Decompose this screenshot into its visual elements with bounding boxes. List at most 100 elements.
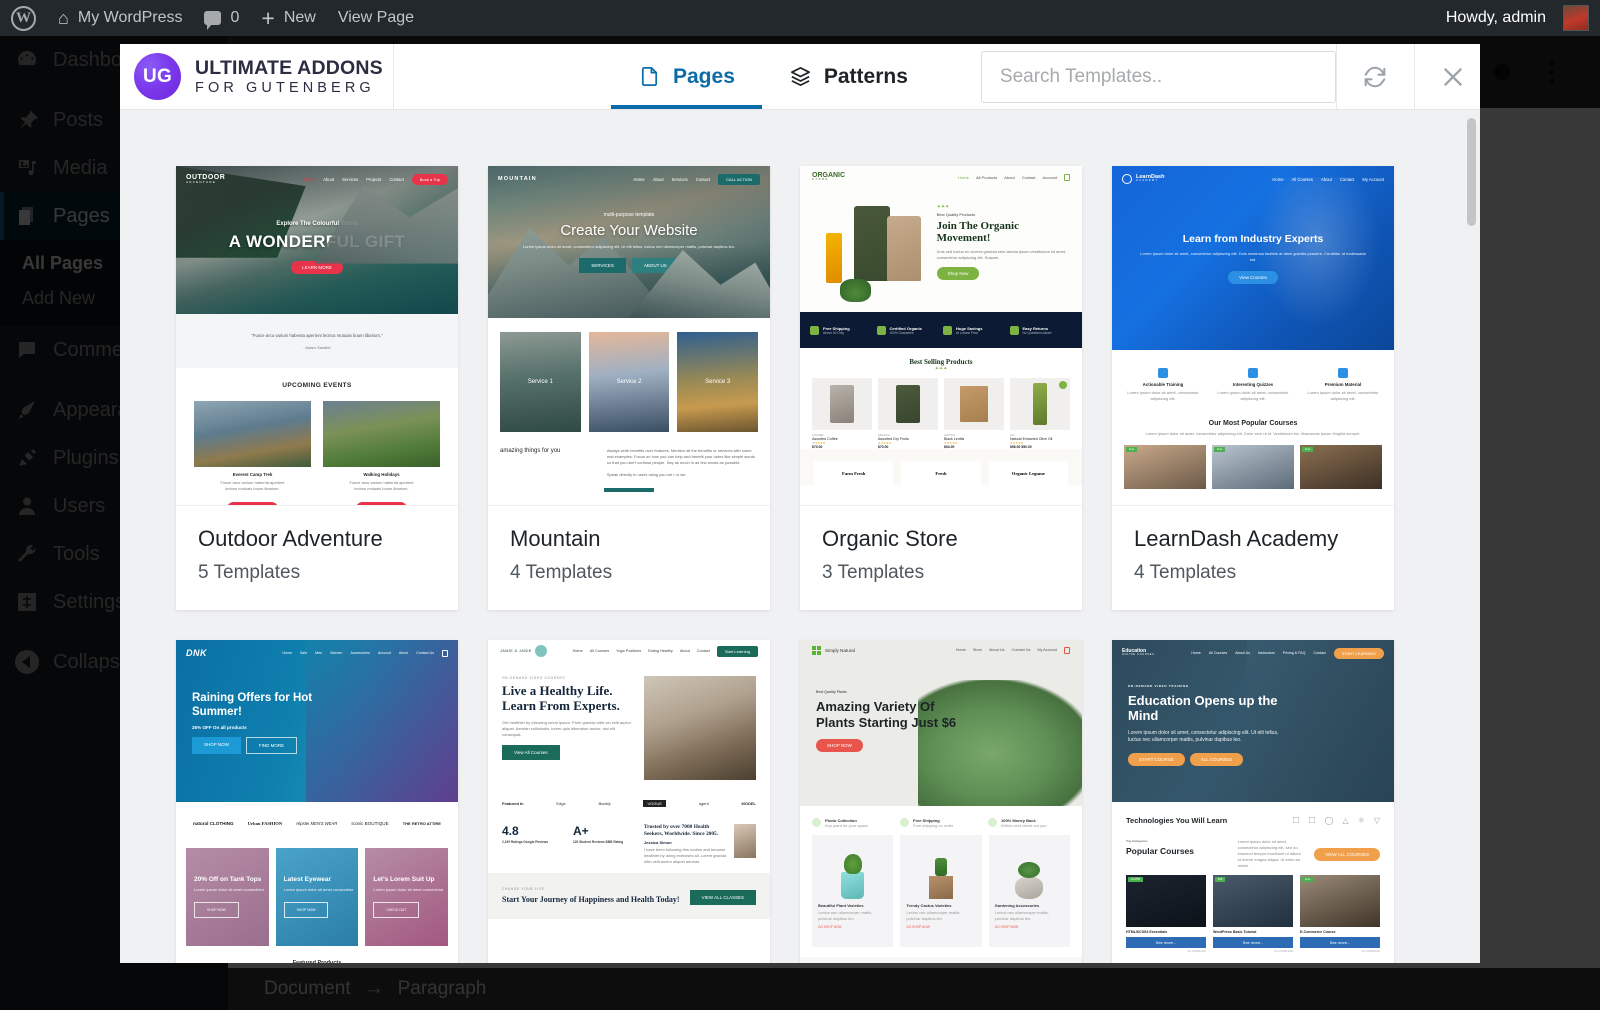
layers-icon — [790, 67, 810, 86]
mini-feature: 100% Money Back Within next check out yo… — [988, 818, 1070, 829]
template-card[interactable]: Education ONLINE COURSES Home All Course… — [1112, 640, 1394, 963]
mini-promo-button: SHOP NOW — [283, 901, 329, 918]
close-button[interactable] — [1413, 44, 1480, 109]
mini-hero: MOUNTAIN Home About Services Contact CAL… — [488, 166, 770, 318]
mini-stat: A+ 120 Student Reviews BBB Rating — [573, 824, 634, 865]
mini-promo-button: SHOP NOW — [194, 901, 239, 918]
mini-nav: DNK Home Sale Men Women Accessories Acco… — [176, 640, 458, 666]
mini-service-card: Service 1 — [500, 332, 581, 432]
mini-site-organic-store: ORGANIC STORE Home All Products About Co… — [800, 166, 1082, 495]
my-account-menu[interactable]: Howdy, admin — [1435, 0, 1600, 36]
mini-divider — [604, 488, 654, 492]
mini-nav-link: Home — [1272, 176, 1284, 182]
template-card[interactable]: JAMIE & JANIE Home All Courses Yoga Posi… — [488, 640, 770, 963]
mini-stats: 4.8 2,199 Ratings Google Reviews A+ 120 … — [488, 816, 770, 865]
mini-course-thumb: Free — [1212, 445, 1294, 489]
mini-promo-card: Let's Lorem Suit Up Lorem ipsum dolor si… — [365, 848, 449, 946]
modal-body[interactable]: OUTDOOR ADVENTURE Home About Services Pr… — [120, 110, 1480, 963]
template-card[interactable]: LearnDash ACADEMY Home All Courses About… — [1112, 166, 1394, 610]
mini-feature-title: Free Shipping — [823, 325, 850, 331]
mini-headline: Education Opens up the Mind — [1128, 693, 1278, 724]
template-card[interactable]: Simply Natural Home Store About Us Conta… — [800, 640, 1082, 963]
refresh-button[interactable] — [1335, 44, 1414, 109]
mini-feature-title: Easy Returns — [1022, 325, 1049, 331]
mini-nav-link: Home — [633, 176, 645, 182]
mini-nav-link: Pricing & FAQ — [1282, 651, 1306, 655]
wp-logo-menu[interactable]: W — [0, 0, 47, 36]
mini-cta-section: CHANGE YOUR LIFE Start Your Journey of H… — [488, 873, 770, 919]
mini-headline: Amazing Variety Of Plants Starting Just … — [816, 699, 957, 730]
mini-event-card: Walking Holidays Fusce arcu varium haben… — [323, 401, 440, 505]
mini-feature-title: Actionable Training — [1142, 382, 1184, 387]
mini-course-button: See more... — [1126, 937, 1206, 948]
mini-nav-link: All Courses — [1208, 651, 1228, 655]
mini-course-badge: $59 — [1215, 877, 1226, 882]
scrollbar-thumb[interactable] — [1467, 118, 1476, 226]
feature-icon — [988, 818, 997, 827]
comments-bubble[interactable]: 0 — [193, 0, 250, 36]
modal-tabs: Pages Patterns — [611, 44, 935, 109]
modal-header: UG ULTIMATE ADDONS FOR GUTENBERG Pages P… — [120, 44, 1480, 110]
css3-icon: ☐ — [1308, 816, 1316, 825]
mini-features: Photo Collection Any plant for your spac… — [800, 806, 1082, 835]
view-page-link[interactable]: View Page — [327, 0, 425, 36]
mini-nav-link: Projects — [366, 176, 382, 182]
tab-pages[interactable]: Pages — [611, 44, 762, 109]
mini-course-card: FLAT50 HTML5/CSS3 Essentials See more...… — [1126, 875, 1206, 953]
mini-testimonial-body: I have been following this routine and b… — [643, 847, 727, 865]
mini-card-sub: Lectus nec ullamcorper mattis, pulvinar … — [906, 910, 961, 921]
mini-sub: Lorem ipsum dolor sit amet, consectetur … — [522, 243, 736, 249]
tab-patterns[interactable]: Patterns — [762, 44, 935, 109]
mini-nav-link: About Us — [1235, 651, 1251, 655]
mini-product-card: Beautiful Plant Varieties Lectus nec ull… — [812, 835, 894, 947]
new-content-menu[interactable]: + New — [250, 0, 326, 36]
mini-headline2: Start Your Journey of Happiness and Heal… — [502, 895, 680, 905]
refresh-icon — [1365, 66, 1386, 87]
mini-nav-link: Contact Us — [416, 651, 434, 655]
mini-headline: Join The Organic Movement! — [936, 220, 1019, 245]
mini-feature-sub: No Questions Asked — [1022, 330, 1052, 335]
template-card[interactable]: ORGANIC STORE Home All Products About Co… — [800, 166, 1082, 610]
mini-nav-link: About Us — [988, 648, 1005, 652]
cart-icon — [1064, 646, 1070, 654]
modal-scrollbar[interactable] — [1467, 118, 1476, 908]
mini-eyebrow: multi-purpose template — [603, 211, 655, 218]
mini-feature-sub: Lorem ipsum dolor sit amet, consectetur … — [1217, 390, 1289, 401]
mini-quote-author: - Adam Sandler — [303, 344, 331, 350]
template-thumbnail: Education ONLINE COURSES Home All Course… — [1112, 640, 1394, 963]
mini-nav-link: Account — [377, 651, 391, 655]
mini-section-title: UPCOMING EVENTS — [282, 382, 352, 389]
site-name-menu[interactable]: ⌂ My WordPress — [47, 0, 193, 36]
mini-nav-link: Services — [342, 176, 359, 182]
mini-logo: DNK — [186, 648, 207, 658]
search-input[interactable] — [980, 50, 1336, 103]
mini-section-title: amazing things for you — [500, 448, 561, 454]
mini-section-title: Our Most Popular Courses — [1208, 420, 1298, 427]
mini-stat-value: A+ — [572, 824, 589, 838]
mini-logo-sub: ACADEMY — [1136, 179, 1159, 183]
mini-product-price: $70.00 — [812, 445, 823, 449]
mini-product: LENTILS Black Lentils ★★★★★ $54.00 — [944, 378, 1004, 449]
plants-logo-icon — [812, 645, 821, 655]
mini-services: Service 1 Service 2 Service 3 — [488, 318, 770, 432]
mini-course-meta: 0% COMPLETE — [1274, 950, 1293, 953]
mini-hero-button: LEARN MORE — [291, 260, 343, 274]
template-card[interactable]: MOUNTAIN Home About Services Contact CAL… — [488, 166, 770, 610]
mini-course-name: WordPress Basic Tutorial — [1213, 930, 1257, 934]
template-card[interactable]: OUTDOOR ADVENTURE Home About Services Pr… — [176, 166, 458, 610]
mini-courses-button: VIEW ALL COURSES — [1314, 847, 1380, 861]
mini-nav-link: Home — [282, 651, 292, 655]
mini-testimonial-author: Jessica Simon — [643, 840, 672, 846]
avatar — [1563, 5, 1589, 31]
mini-feature: Easy Returns No Questions Asked — [1009, 325, 1073, 335]
mini-testimonial-avatar — [734, 824, 756, 858]
template-card[interactable]: DNK Home Sale Men Women Accessories Acco… — [176, 640, 458, 963]
template-card-meta: Outdoor Adventure 5 Templates — [176, 506, 458, 610]
mini-feature-title: Premium Material — [1324, 382, 1362, 387]
mini-course-thumb: FLAT50 — [1126, 875, 1206, 927]
comment-icon — [204, 11, 222, 30]
mini-course-name: HTML5/CSS3 Essentials — [1126, 930, 1168, 934]
mini-body-text2: Speak directly to users using you not I … — [606, 472, 687, 477]
home-icon: ⌂ — [58, 8, 69, 28]
mini-card-sub: Lectus nec ullamcorper mattis, pulvinar … — [818, 910, 873, 921]
